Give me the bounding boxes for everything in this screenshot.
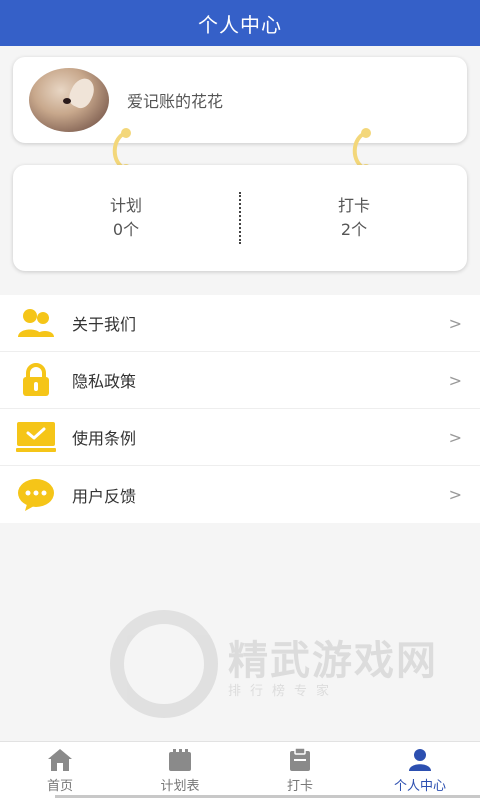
menu-label-terms: 使用条例 [72, 429, 137, 448]
tab-home-label: 首页 [46, 779, 73, 794]
chevron-right-icon: > [448, 485, 462, 504]
chevron-right-icon: > [448, 370, 462, 390]
menu-label-about: 关于我们 [72, 315, 137, 334]
tab-home[interactable]: 首页 [0, 742, 120, 800]
stat-plans[interactable]: 计划 0个 [13, 194, 239, 242]
chevron-right-icon: > [448, 313, 462, 333]
avatar-ear [65, 74, 99, 112]
laptop-check-icon [16, 420, 56, 454]
watermark-title: 精武游戏网 [228, 638, 438, 684]
chat-bubble-icon [16, 478, 56, 512]
watermark-logo-icon [110, 610, 218, 718]
home-icon [48, 749, 72, 771]
bottom-tab-bar: 首页 计划表 打卡 个人中心 [0, 741, 480, 800]
username: 爱记账的花花 [127, 92, 224, 111]
stat-plans-value: 0个 [112, 220, 140, 239]
stats-card: 计划 0个 打卡 2个 [13, 165, 467, 271]
calendar-icon [169, 749, 191, 771]
menu-item-feedback[interactable]: 用户反馈 > [0, 466, 480, 523]
profile-card[interactable]: 爱记账的花花 [13, 57, 467, 143]
tab-profile-label: 个人中心 [393, 779, 446, 794]
tab-plan-label: 计划表 [160, 779, 200, 794]
person-icon [409, 749, 431, 771]
avatar[interactable] [29, 68, 109, 132]
watermark-subtitle: 排行榜专家 [228, 684, 339, 699]
menu-item-privacy[interactable]: 隐私政策 > [0, 352, 480, 409]
menu-label-privacy: 隐私政策 [72, 372, 137, 391]
chevron-right-icon: > [448, 427, 462, 447]
menu-item-terms[interactable]: 使用条例 > [0, 409, 480, 466]
tab-bar-underline [55, 795, 480, 798]
title-bar: 个人中心 [0, 0, 480, 46]
tab-profile[interactable]: 个人中心 [360, 742, 480, 800]
stat-checkins-label: 打卡 [337, 196, 370, 215]
users-icon [16, 306, 56, 340]
page-title: 个人中心 [198, 12, 282, 37]
clipboard-icon [290, 748, 310, 771]
menu-label-feedback: 用户反馈 [72, 486, 137, 506]
stat-plans-label: 计划 [109, 196, 142, 215]
stat-checkins[interactable]: 打卡 2个 [241, 194, 467, 242]
avatar-eye [63, 98, 71, 104]
tab-plan[interactable]: 计划表 [120, 742, 240, 800]
tab-checkin[interactable]: 打卡 [240, 742, 360, 800]
watermark: 精武游戏网 排行榜专家 [110, 610, 460, 720]
tab-checkin-label: 打卡 [286, 779, 313, 794]
settings-menu: 关于我们 > 隐私政策 > 使用条例 > 用户反馈 > [0, 295, 480, 523]
stat-checkins-value: 2个 [340, 220, 368, 239]
menu-item-about[interactable]: 关于我们 > [0, 295, 480, 352]
lock-icon [16, 363, 56, 397]
